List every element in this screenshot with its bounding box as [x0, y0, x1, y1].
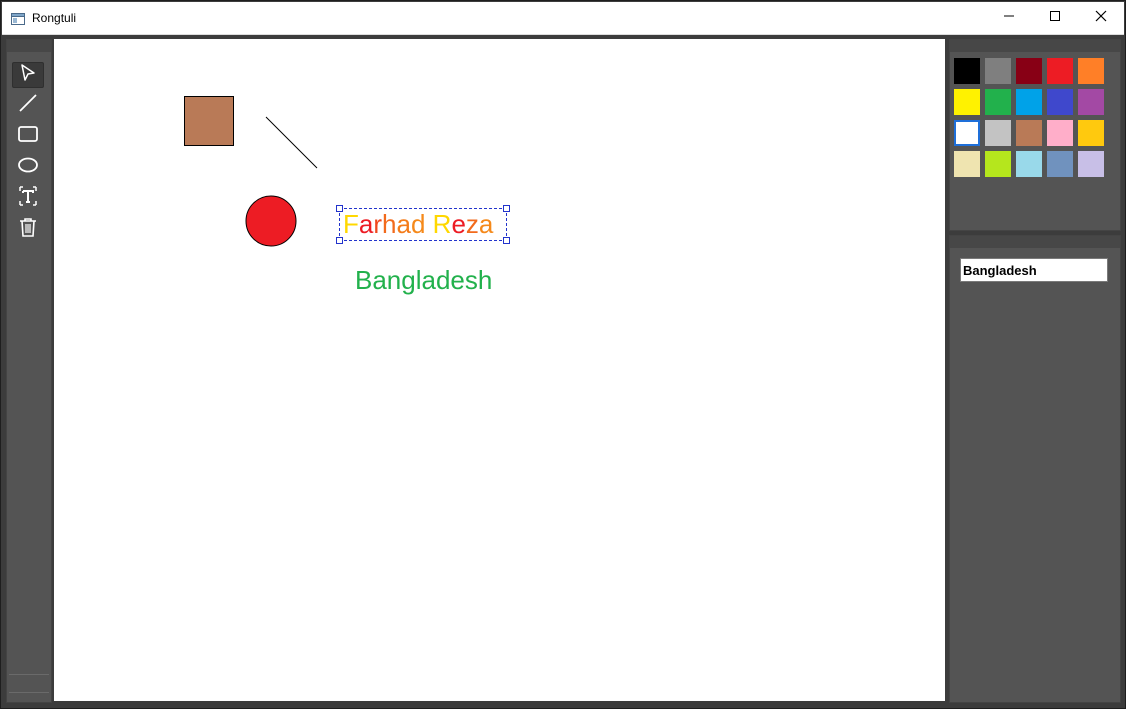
color-palette-panel: [949, 39, 1121, 231]
color-swatch[interactable]: [1047, 89, 1073, 115]
color-swatch[interactable]: [954, 58, 980, 84]
minimize-icon: [1003, 9, 1015, 27]
color-swatch[interactable]: [1078, 89, 1104, 115]
color-swatch[interactable]: [1078, 151, 1104, 177]
text-letter: h: [382, 209, 397, 239]
text-letter: [425, 209, 432, 239]
maximize-button[interactable]: [1032, 2, 1078, 34]
color-swatch[interactable]: [1016, 120, 1042, 146]
select-tool-button[interactable]: [12, 62, 44, 88]
selected-text-shape[interactable]: Farhad Reza: [343, 209, 493, 239]
text-panel: [949, 235, 1121, 703]
close-button[interactable]: [1078, 2, 1124, 34]
color-swatch[interactable]: [954, 89, 980, 115]
app-window: Rongtuli Farhad Reza Bangladesh Banglade…: [0, 0, 1126, 709]
text-input-field[interactable]: [960, 258, 1108, 282]
text-letter: a: [478, 209, 494, 239]
line-shape[interactable]: [264, 115, 320, 171]
text-tool-button[interactable]: [12, 185, 44, 211]
text-letter: F: [343, 209, 359, 239]
color-swatch[interactable]: [985, 151, 1011, 177]
color-swatch[interactable]: [1047, 58, 1073, 84]
color-swatch[interactable]: [1016, 58, 1042, 84]
circle-shape[interactable]: [245, 195, 299, 249]
bangladesh-text-shape[interactable]: Bangladesh: [355, 265, 492, 295]
resize-handle[interactable]: [336, 205, 343, 212]
color-swatch[interactable]: [954, 151, 980, 177]
text-letter: r: [373, 209, 383, 239]
color-swatch[interactable]: [985, 89, 1011, 115]
trash-icon: [18, 216, 38, 243]
color-swatch[interactable]: [985, 120, 1011, 146]
drawing-canvas[interactable]: Farhad Reza Bangladesh: [54, 39, 945, 701]
tool-panel: [6, 39, 52, 703]
color-swatch[interactable]: [1078, 120, 1104, 146]
window-title: Rongtuli: [32, 11, 77, 25]
pointer-icon: [18, 63, 38, 88]
resize-handle[interactable]: [503, 205, 510, 212]
resize-handle[interactable]: [336, 237, 343, 244]
color-swatch[interactable]: [1047, 151, 1073, 177]
palette-panel-header: [950, 40, 1120, 52]
maximize-icon: [1049, 9, 1061, 27]
text-letter: d: [410, 209, 426, 239]
text-tool-icon: [17, 185, 39, 212]
text-panel-header: [950, 236, 1120, 248]
color-swatch[interactable]: [985, 58, 1011, 84]
text-letter: e: [451, 209, 466, 239]
tool-panel-header: [7, 40, 51, 52]
rectangle-shape[interactable]: [184, 96, 234, 146]
minimize-button[interactable]: [986, 2, 1032, 34]
title-bar[interactable]: Rongtuli: [2, 2, 1124, 35]
tool-panel-divider: [9, 674, 49, 675]
color-swatch[interactable]: [1016, 151, 1042, 177]
ellipse-icon: [17, 156, 39, 179]
ellipse-tool-button[interactable]: [12, 154, 44, 180]
app-icon: [11, 12, 25, 25]
close-icon: [1095, 9, 1107, 27]
color-swatch[interactable]: [1047, 120, 1073, 146]
line-tool-button[interactable]: [12, 92, 44, 118]
text-letter: a: [358, 209, 374, 239]
tool-panel-divider: [9, 692, 49, 693]
color-swatch[interactable]: [954, 120, 980, 146]
color-swatch[interactable]: [1078, 58, 1104, 84]
rectangle-icon: [17, 125, 39, 148]
text-letter: z: [465, 209, 479, 239]
resize-handle[interactable]: [503, 237, 510, 244]
color-swatch[interactable]: [1016, 89, 1042, 115]
delete-tool-button[interactable]: [12, 216, 44, 242]
line-icon: [17, 92, 39, 119]
text-letter: a: [396, 209, 411, 239]
text-letter: R: [432, 209, 452, 239]
rectangle-tool-button[interactable]: [12, 123, 44, 149]
